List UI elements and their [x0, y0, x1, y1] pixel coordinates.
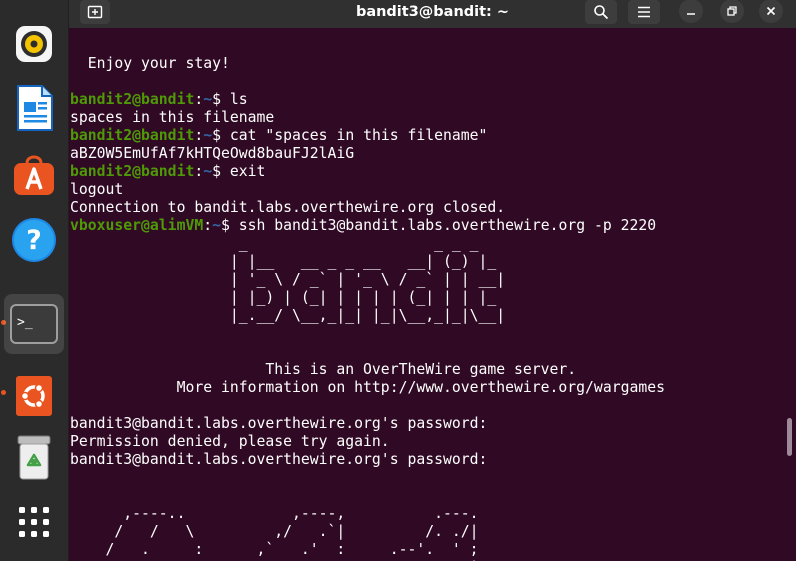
minimize-button[interactable] — [679, 0, 703, 23]
prompt-line: bandit2@bandit:~$ ls — [70, 91, 665, 109]
close-button[interactable] — [759, 0, 783, 23]
ubuntu-icon — [16, 376, 52, 416]
prompt-symbol: $ — [212, 127, 221, 144]
show-apps-icon — [19, 507, 49, 537]
libreoffice-writer-icon — [17, 85, 53, 131]
hamburger-menu-icon — [638, 6, 650, 18]
output-line: | '_ \ / _` | '_ \ / _` | | __| — [70, 271, 506, 288]
scrollbar-thumb[interactable] — [787, 418, 792, 456]
terminal-content[interactable]: Enjoy your stay! bandit2@bandit:~$ ls spa… — [70, 28, 782, 561]
terminal-window: bandit3@bandit: ~ Enjoy your stay! bandi… — [69, 0, 796, 561]
output-line: Permission denied, please try again. — [70, 433, 390, 450]
prompt-user-host: bandit2@bandit — [70, 91, 195, 108]
output-line: aBZ0W5EmUfAf7kHTQeOwd8bauFJ2lAiG — [70, 145, 355, 162]
terminal-icon: >_ — [10, 304, 58, 344]
output-line: More information on http://www.overthewi… — [70, 379, 665, 396]
output-line: logout — [70, 181, 124, 198]
output-line: This is an OverTheWire game server. — [70, 361, 577, 378]
dock-item-help[interactable]: ? — [8, 214, 60, 266]
svg-text:>_: >_ — [17, 315, 33, 330]
dock-item-show-apps[interactable] — [8, 496, 60, 548]
dock: ? >_ — [0, 0, 69, 561]
menu-button[interactable] — [628, 0, 660, 24]
restore-icon — [727, 6, 737, 16]
output-line: ,----.. ,----, .---. — [70, 505, 479, 522]
ubuntu-running-indicator — [1, 390, 6, 395]
prompt-user-host: bandit2@bandit — [70, 127, 195, 144]
minimize-icon — [687, 13, 695, 15]
command-text: ls — [221, 91, 248, 108]
output-line: Connection to bandit.labs.overthewire.or… — [70, 199, 506, 216]
output-line: bandit3@bandit.labs.overthewire.org's pa… — [70, 451, 488, 468]
svg-text:?: ? — [26, 225, 42, 256]
prompt-path: ~ — [203, 163, 213, 180]
trash-icon — [17, 435, 51, 480]
search-icon — [594, 5, 609, 20]
prompt-symbol: $ — [212, 91, 221, 108]
prompt-separator: : — [203, 217, 213, 234]
close-icon — [766, 6, 776, 16]
prompt-user-host: bandit2@bandit — [70, 163, 195, 180]
output-line: Enjoy your stay! — [70, 55, 230, 72]
command-text: ssh bandit3@bandit.labs.overthewire.org … — [229, 217, 657, 234]
prompt-path: ~ — [203, 91, 213, 108]
dock-item-app-center[interactable] — [8, 148, 60, 200]
prompt-symbol: $ — [221, 217, 230, 234]
rhythmbox-icon — [16, 26, 52, 62]
title-bar: bandit3@bandit: ~ — [69, 0, 796, 28]
app-center-icon — [14, 155, 54, 195]
output-line: | |__ __ _ _ __ __| (_) |_ — [70, 253, 506, 270]
output-line: / / \ ,/ .`| /. ./| — [70, 523, 479, 540]
prompt-user-host: vboxuser@alimVM — [70, 217, 204, 234]
output-line: spaces in this filename — [70, 109, 275, 126]
maximize-button[interactable] — [720, 0, 744, 23]
dock-item-rhythmbox[interactable] — [8, 18, 60, 70]
prompt-symbol: $ — [212, 163, 221, 180]
output-line: / . : ,` .' : .--'. ' ; — [70, 541, 479, 558]
prompt-line: vboxuser@alimVM:~$ ssh bandit3@bandit.la… — [70, 217, 665, 235]
dock-item-terminal[interactable]: >_ — [4, 294, 64, 354]
output-line: bandit3@bandit.labs.overthewire.org's pa… — [70, 415, 488, 432]
command-text: cat "spaces in this filename" — [221, 127, 488, 144]
terminal-output: Enjoy your stay! bandit2@bandit:~$ ls spa… — [70, 55, 665, 561]
dock-item-libreoffice-writer[interactable] — [8, 82, 60, 134]
prompt-path: ~ — [203, 127, 213, 144]
dock-item-ubuntu[interactable] — [8, 370, 60, 422]
output-line: _ _ _ _ — [70, 235, 506, 252]
prompt-separator: : — [194, 163, 204, 180]
output-line: |_.__/ \__,_|_| |_|\__,_|_|\__| — [70, 307, 506, 324]
prompt-line: bandit2@bandit:~$ exit — [70, 163, 665, 181]
dock-item-trash[interactable] — [8, 432, 60, 484]
search-button[interactable] — [585, 0, 617, 24]
prompt-line: bandit2@bandit:~$ cat "spaces in this fi… — [70, 127, 665, 145]
prompt-path: ~ — [212, 217, 221, 234]
prompt-separator: : — [194, 127, 204, 144]
help-icon: ? — [12, 218, 56, 262]
output-line: | |_) | (_| | | | | (_| | | |_ — [70, 289, 506, 306]
command-text: exit — [221, 163, 266, 180]
prompt-separator: : — [194, 91, 204, 108]
